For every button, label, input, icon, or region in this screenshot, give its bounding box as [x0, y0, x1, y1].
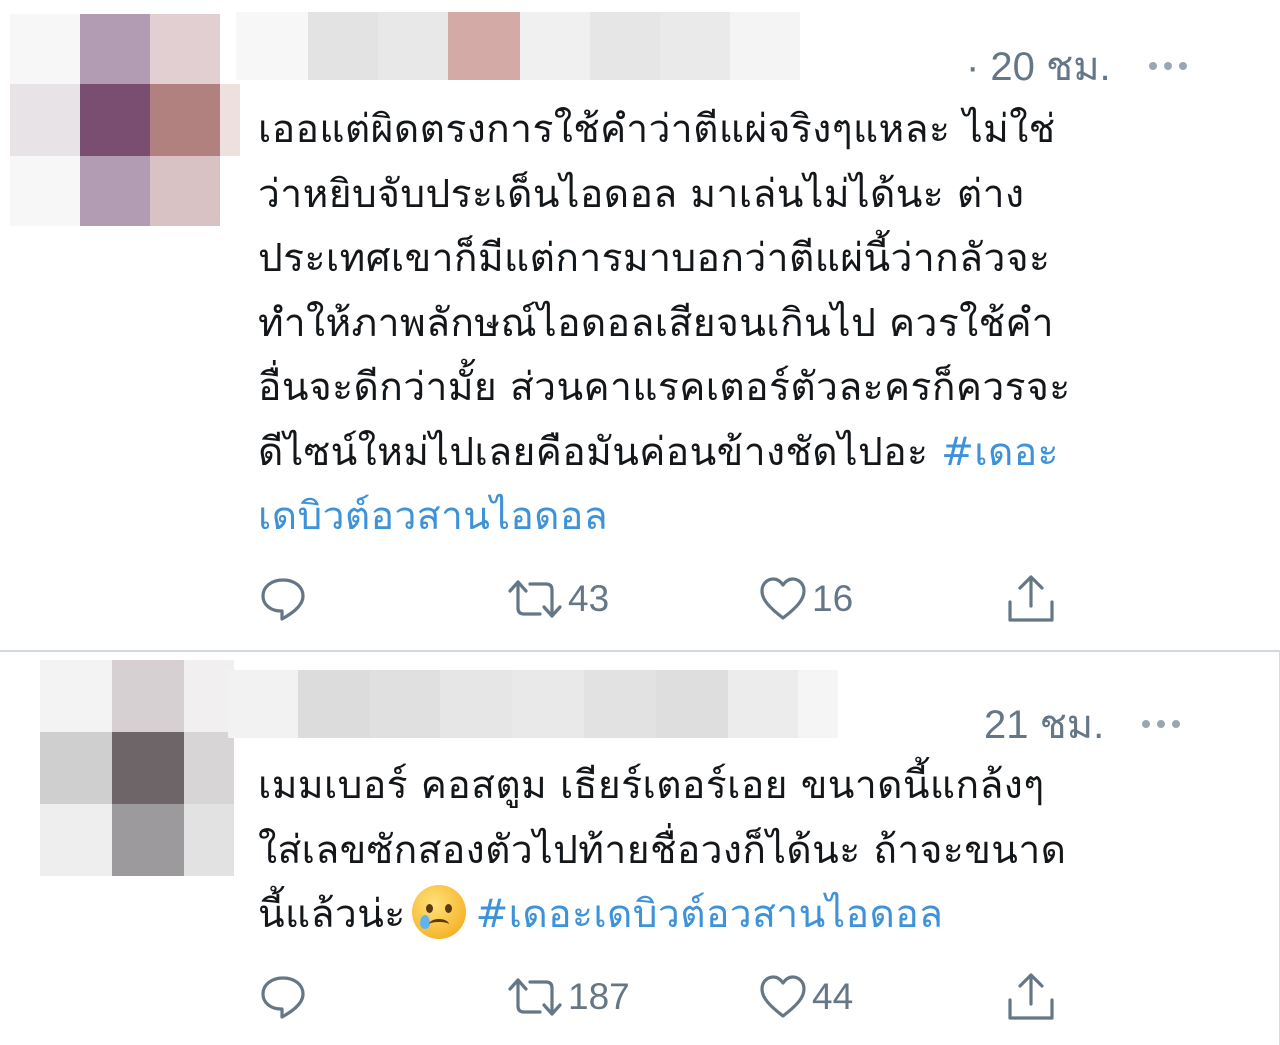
retweet-count: 43	[568, 578, 610, 619]
mosaic-tile	[112, 804, 184, 876]
mosaic-tile	[440, 670, 512, 738]
mosaic-tile	[10, 14, 80, 84]
tweet-line: ว่าหยิบจับประเด็นไอดอล มาเล่นไม่ได้นะ ต่…	[258, 171, 1025, 217]
mosaic-tile	[150, 156, 220, 226]
share-icon	[1008, 973, 1054, 1020]
mosaic-tile	[10, 156, 80, 226]
blurred-user-name[interactable]	[228, 670, 838, 738]
tweet-meta: 21 ชม.	[984, 692, 1181, 756]
tweet-line: ใส่เลขซักสองตัวไปท้ายชื่อวงก็ได้นะ ถ้าจะ…	[258, 827, 1067, 873]
mosaic-tile	[520, 12, 590, 80]
retweet-button[interactable]: 187	[506, 972, 630, 1022]
share-button[interactable]	[1006, 972, 1056, 1022]
share-icon	[1008, 575, 1054, 622]
mosaic-tile	[298, 670, 370, 738]
tweet-line: เมมเบอร์ คอสตูม เธียร์เตอร์เอย ขนาดนี้แก…	[258, 763, 1045, 808]
tweet-line: เออแต่ผิดตรงการใช้คำว่าตีแผ่จริงๆแหละ ไม…	[258, 107, 1056, 152]
like-icon	[760, 975, 806, 1018]
blurred-user-name[interactable]	[236, 12, 800, 80]
tweet-1[interactable]: · 20 ชม. เออแต่ผิดตรงการใช้คำว่าตีแผ่จริ…	[0, 0, 1280, 652]
mosaic-tile	[378, 12, 448, 80]
like-icon	[760, 577, 806, 620]
avatar[interactable]	[40, 660, 234, 876]
tweet-text: เออแต่ผิดตรงการใช้คำว่าตีแผ่จริงๆแหละ ไม…	[258, 98, 1218, 550]
mosaic-tile	[184, 660, 234, 732]
mosaic-tile	[656, 670, 728, 738]
mosaic-tile	[220, 156, 240, 226]
more-icon[interactable]	[1148, 62, 1187, 70]
mosaic-tile	[660, 12, 730, 80]
tearful-smile-emoji	[411, 885, 466, 939]
mosaic-tile	[728, 670, 798, 738]
mosaic-tile	[448, 12, 520, 80]
mosaic-tile	[80, 14, 150, 84]
tweet-line: ทำให้ภาพลักษณ์ไอดอลเสียจนเกินไป ควรใช้คำ	[258, 300, 1054, 346]
mosaic-tile	[590, 12, 660, 80]
mosaic-tile	[10, 84, 80, 156]
reply-icon	[261, 578, 305, 621]
tweet-line: อื่นจะดีกว่ามั้ย ส่วนคาแรคเตอร์ตัวละครก็…	[258, 365, 1071, 410]
hashtag-link[interactable]: #เดอะเดบิวต์อวสานไอดอล	[476, 892, 944, 937]
mosaic-tile	[150, 84, 220, 156]
like-button[interactable]: 44	[758, 972, 853, 1022]
tweet-line: ดีไซน์ใหม่ไปเลยคือมันค่อนข้างชัดไปอะ #เด…	[258, 429, 1059, 475]
mosaic-tile	[184, 732, 234, 804]
share-button[interactable]	[1006, 574, 1056, 624]
mosaic-tile	[40, 660, 112, 732]
like-count: 16	[812, 578, 854, 619]
mosaic-tile	[730, 12, 800, 80]
tweet-2[interactable]: 21 ชม. เมมเบอร์ คอสตูม เธียร์เตอร์เอย ขน…	[0, 652, 1280, 1045]
like-button[interactable]: 16	[758, 574, 853, 624]
retweet-icon	[508, 978, 562, 1016]
mosaic-tile	[80, 84, 150, 156]
avatar[interactable]	[10, 14, 240, 226]
mosaic-tile	[80, 156, 150, 226]
timestamp[interactable]: · 20 ชม.	[966, 34, 1111, 98]
mosaic-tile	[112, 660, 184, 732]
timestamp[interactable]: 21 ชม.	[984, 692, 1104, 756]
tweet-line: ประเทศเขาก็มีแต่การมาบอกว่าตีแผ่นี้ว่ากล…	[258, 236, 1051, 281]
tweet-actions: 43 16	[258, 574, 1078, 624]
hashtag-link[interactable]: เดบิวต์อวสานไอดอล	[258, 494, 608, 539]
hashtag-link[interactable]: #เดอะ	[941, 430, 1059, 475]
mosaic-tile	[798, 670, 838, 738]
tweet-line: นี้แล้วน่ะ #เดอะเดบิวต์อวสานไอดอล	[258, 883, 1218, 948]
tweet-meta: · 20 ชม.	[966, 34, 1187, 98]
mosaic-tile	[40, 804, 112, 876]
reply-button[interactable]	[258, 574, 308, 624]
retweet-count: 187	[568, 976, 630, 1017]
tweet-actions: 187 44	[258, 972, 1078, 1022]
more-icon[interactable]	[1142, 720, 1181, 728]
reply-button[interactable]	[258, 972, 308, 1022]
retweet-icon	[508, 580, 562, 618]
tweet-line: เดบิวต์อวสานไอดอล	[258, 485, 1218, 550]
mosaic-tile	[112, 732, 184, 804]
mosaic-tile	[308, 12, 378, 80]
reply-icon	[261, 976, 305, 1019]
mosaic-tile	[236, 12, 308, 80]
mosaic-tile	[512, 670, 584, 738]
mosaic-tile	[228, 670, 298, 738]
mosaic-tile	[584, 670, 656, 738]
retweet-button[interactable]: 43	[506, 574, 609, 624]
mosaic-tile	[184, 804, 234, 876]
mosaic-tile	[40, 732, 112, 804]
mosaic-tile	[370, 670, 440, 738]
tweet-text: เมมเบอร์ คอสตูม เธียร์เตอร์เอย ขนาดนี้แก…	[258, 754, 1218, 948]
mosaic-tile	[220, 84, 240, 156]
mosaic-tile	[150, 14, 220, 84]
like-count: 44	[812, 976, 854, 1017]
